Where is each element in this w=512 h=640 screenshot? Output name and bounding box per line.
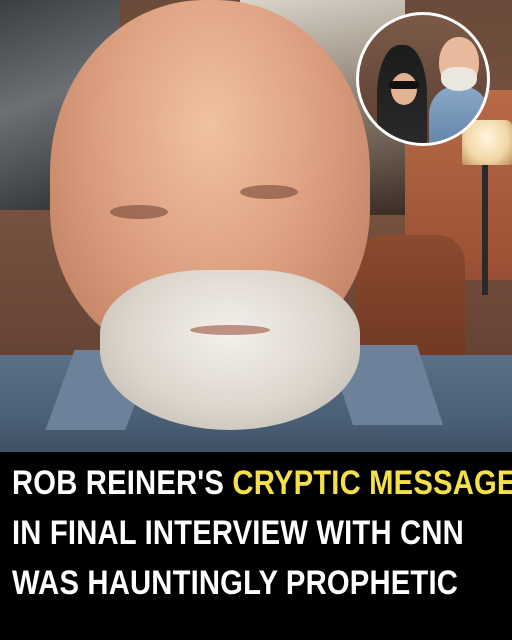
headline-line-3: WAS HAUNTINGLY PROPHETIC (12, 564, 459, 602)
headline-highlight: CRYPTIC MESSAGE (232, 464, 512, 502)
inset-photo-circle (356, 12, 490, 146)
lamp-stand (482, 165, 488, 295)
inset-woman-face (391, 73, 417, 105)
inset-man-beard (441, 67, 477, 91)
interview-photo (0, 0, 512, 452)
right-eye (240, 185, 298, 199)
headline-caption: ROB REINER'S CRYPTIC MESSAGE IN FINAL IN… (0, 452, 512, 640)
headline-text-plain: ROB REINER'S (12, 464, 233, 502)
sunglasses-icon (389, 81, 419, 89)
headline-line-1: ROB REINER'S CRYPTIC MESSAGE (12, 458, 512, 508)
headline-line-2: IN FINAL INTERVIEW WITH CNN (12, 514, 464, 552)
inset-man-shirt (429, 87, 487, 143)
left-eye (110, 205, 168, 219)
post-image: ROB REINER'S CRYPTIC MESSAGE IN FINAL IN… (0, 0, 512, 640)
mouth (190, 325, 270, 335)
white-beard (100, 270, 360, 430)
